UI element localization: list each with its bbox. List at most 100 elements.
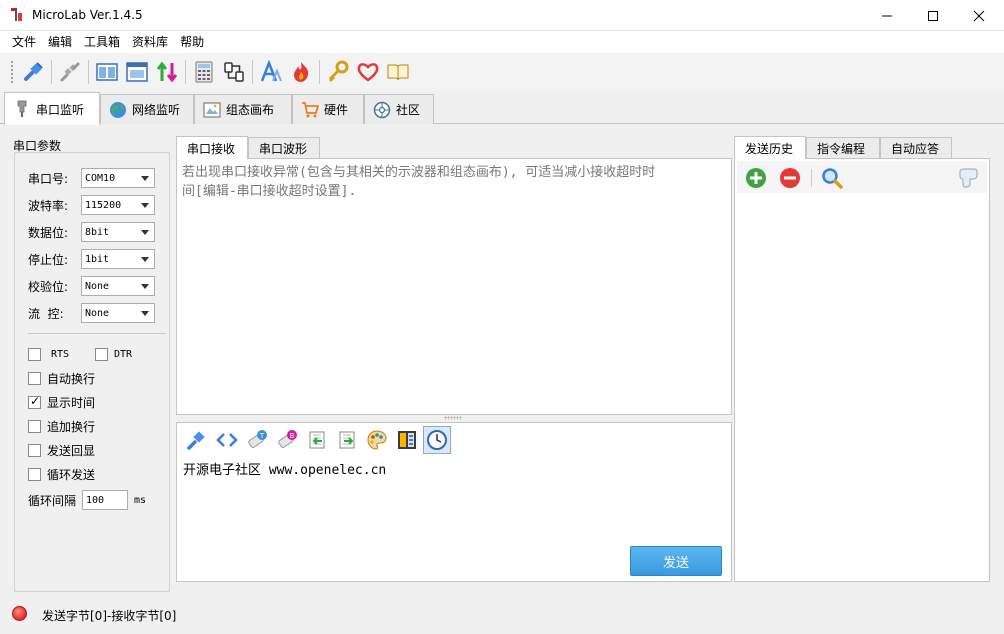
maximize-button[interactable] (910, 0, 956, 31)
add-history-button[interactable] (743, 165, 769, 191)
search-icon (822, 168, 843, 189)
tab-label: 网络监听 (132, 103, 181, 117)
search-history-button[interactable] (819, 165, 845, 191)
receive-textarea[interactable]: 若出现串口接收异常(包含与其相关的示波器和组态画布), 可适当减小接收超时时 间… (176, 158, 732, 415)
show-time-checkbox[interactable] (28, 394, 41, 409)
option-send-echo[interactable]: 发送回显 (28, 442, 95, 458)
main-toolbar (0, 53, 1004, 91)
show-time-label: 显示时间 (47, 395, 96, 410)
option-loop-send[interactable]: 循环发送 (28, 466, 95, 482)
tab-command-programming[interactable]: 指令编程 (806, 137, 880, 159)
loop-interval-input[interactable]: 100 (82, 490, 129, 510)
split-view-button[interactable] (92, 57, 122, 87)
toolbar-separator (811, 169, 812, 187)
option-auto-wrap[interactable]: 自动换行 (28, 370, 95, 386)
tab-network-monitor[interactable]: 网络监听 (100, 94, 194, 124)
export-button[interactable] (333, 426, 361, 454)
flame-button[interactable] (286, 57, 316, 87)
menu-file[interactable]: 文件 (6, 32, 42, 52)
led-panel-button[interactable] (393, 426, 421, 454)
menu-bar: 文件 编辑 工具箱 资料库 帮助 (0, 31, 1004, 53)
databits-label: 数据位: (28, 225, 69, 240)
export-icon (339, 431, 355, 449)
toolbar-grip[interactable] (10, 60, 14, 84)
rts-checkbox[interactable] (28, 347, 41, 361)
dtr-checkbox[interactable] (95, 347, 108, 361)
book-button[interactable] (383, 57, 413, 87)
transfer-button[interactable] (152, 57, 182, 87)
option-append-newline[interactable]: 追加换行 (28, 418, 95, 434)
tab-label: 组态画布 (226, 103, 275, 117)
menu-help[interactable]: 帮助 (174, 32, 210, 52)
tab-serial-waveform[interactable]: 串口波形 (248, 137, 320, 158)
receive-hint-line-1: 若出现串口接收异常(包含与其相关的示波器和组态画布), 可适当减小接收超时时 (182, 165, 656, 180)
tab-community[interactable]: 社区 (364, 94, 434, 124)
send-button[interactable]: 发送 (630, 546, 722, 576)
databits-select[interactable]: 8bit (81, 222, 155, 242)
window-title: MicroLab Ver.1.4.5 (32, 8, 143, 22)
window-view-button[interactable] (122, 57, 152, 87)
send-input[interactable]: 开源电子社区 www.openelec.cn (183, 459, 386, 478)
send-echo-checkbox[interactable] (28, 443, 41, 457)
loop-interval-unit: ms (134, 494, 147, 506)
serial-params-panel: 串口参数 串口号: COM10 波特率: 115200 数据位: 8bit 停止… (8, 134, 170, 592)
heart-icon (357, 63, 379, 82)
chevron-down-icon (141, 284, 149, 289)
code-format-button[interactable] (213, 426, 241, 454)
menu-edit[interactable]: 编辑 (42, 32, 78, 52)
heart-button[interactable] (353, 57, 383, 87)
close-button[interactable] (956, 0, 1002, 31)
flow-select[interactable]: None (81, 303, 155, 323)
code-brackets-icon (216, 433, 238, 447)
minimize-button[interactable] (864, 0, 910, 31)
palette-icon (367, 430, 387, 450)
port-label: 串口号: (28, 171, 69, 186)
port-select[interactable]: COM10 (81, 168, 155, 188)
clear-history-button[interactable] (955, 165, 981, 191)
history-panel: 发送历史 指令编程 自动应答 (734, 136, 990, 582)
connect-button[interactable] (18, 57, 48, 87)
option-show-time[interactable]: 显示时间 (28, 394, 95, 410)
tab-auto-response[interactable]: 自动应答 (880, 137, 952, 159)
add-icon (746, 168, 766, 188)
clear-bottom-button[interactable]: B (273, 426, 301, 454)
tab-hardware[interactable]: 硬件 (292, 94, 364, 124)
splitter-handle[interactable] (444, 416, 462, 420)
rts-checkbox-row[interactable]: RTS (28, 346, 69, 362)
send-connect-button[interactable] (183, 426, 211, 454)
tab-config-canvas[interactable]: 组态画布 (194, 94, 292, 124)
dtr-label: DTR (114, 348, 133, 360)
key-icon (328, 60, 349, 83)
baud-select[interactable]: 115200 (81, 195, 155, 215)
menu-toolbox[interactable]: 工具箱 (78, 32, 126, 52)
import-button[interactable] (303, 426, 331, 454)
dtr-checkbox-row[interactable]: DTR (95, 346, 132, 362)
tab-label: 自动应答 (891, 142, 940, 156)
auto-wrap-checkbox[interactable] (28, 371, 41, 385)
font-button[interactable] (256, 57, 286, 87)
calculator-button[interactable] (189, 57, 219, 87)
clear-top-button[interactable]: T (243, 426, 271, 454)
color-button[interactable] (363, 426, 391, 454)
disconnect-button[interactable] (55, 57, 85, 87)
parity-select[interactable]: None (81, 276, 155, 296)
tab-serial-receive[interactable]: 串口接收 (176, 136, 248, 159)
tab-serial-monitor[interactable]: 串口监听 (4, 92, 100, 125)
tab-send-history[interactable]: 发送历史 (734, 136, 806, 159)
stopbits-select[interactable]: 1bit (81, 249, 155, 269)
param-row-stopbits: 停止位: 1bit (28, 249, 155, 269)
append-newline-label: 追加换行 (47, 419, 96, 434)
send-history-list[interactable] (734, 158, 990, 582)
cable-button[interactable] (219, 57, 249, 87)
serial-monitor-page: 串口参数 串口号: COM10 波特率: 115200 数据位: 8bit 停止… (0, 124, 1004, 600)
title-bar: MicroLab Ver.1.4.5 (0, 0, 1004, 31)
param-row-databits: 数据位: 8bit (28, 222, 155, 242)
remove-history-button[interactable] (777, 165, 803, 191)
flow-label: 流 控: (28, 306, 64, 321)
menu-library[interactable]: 资料库 (126, 32, 174, 52)
loop-send-checkbox[interactable] (28, 467, 41, 481)
tab-label: 社区 (396, 103, 421, 117)
key-button[interactable] (323, 57, 353, 87)
append-newline-checkbox[interactable] (28, 419, 41, 433)
timestamp-button[interactable] (423, 426, 451, 454)
